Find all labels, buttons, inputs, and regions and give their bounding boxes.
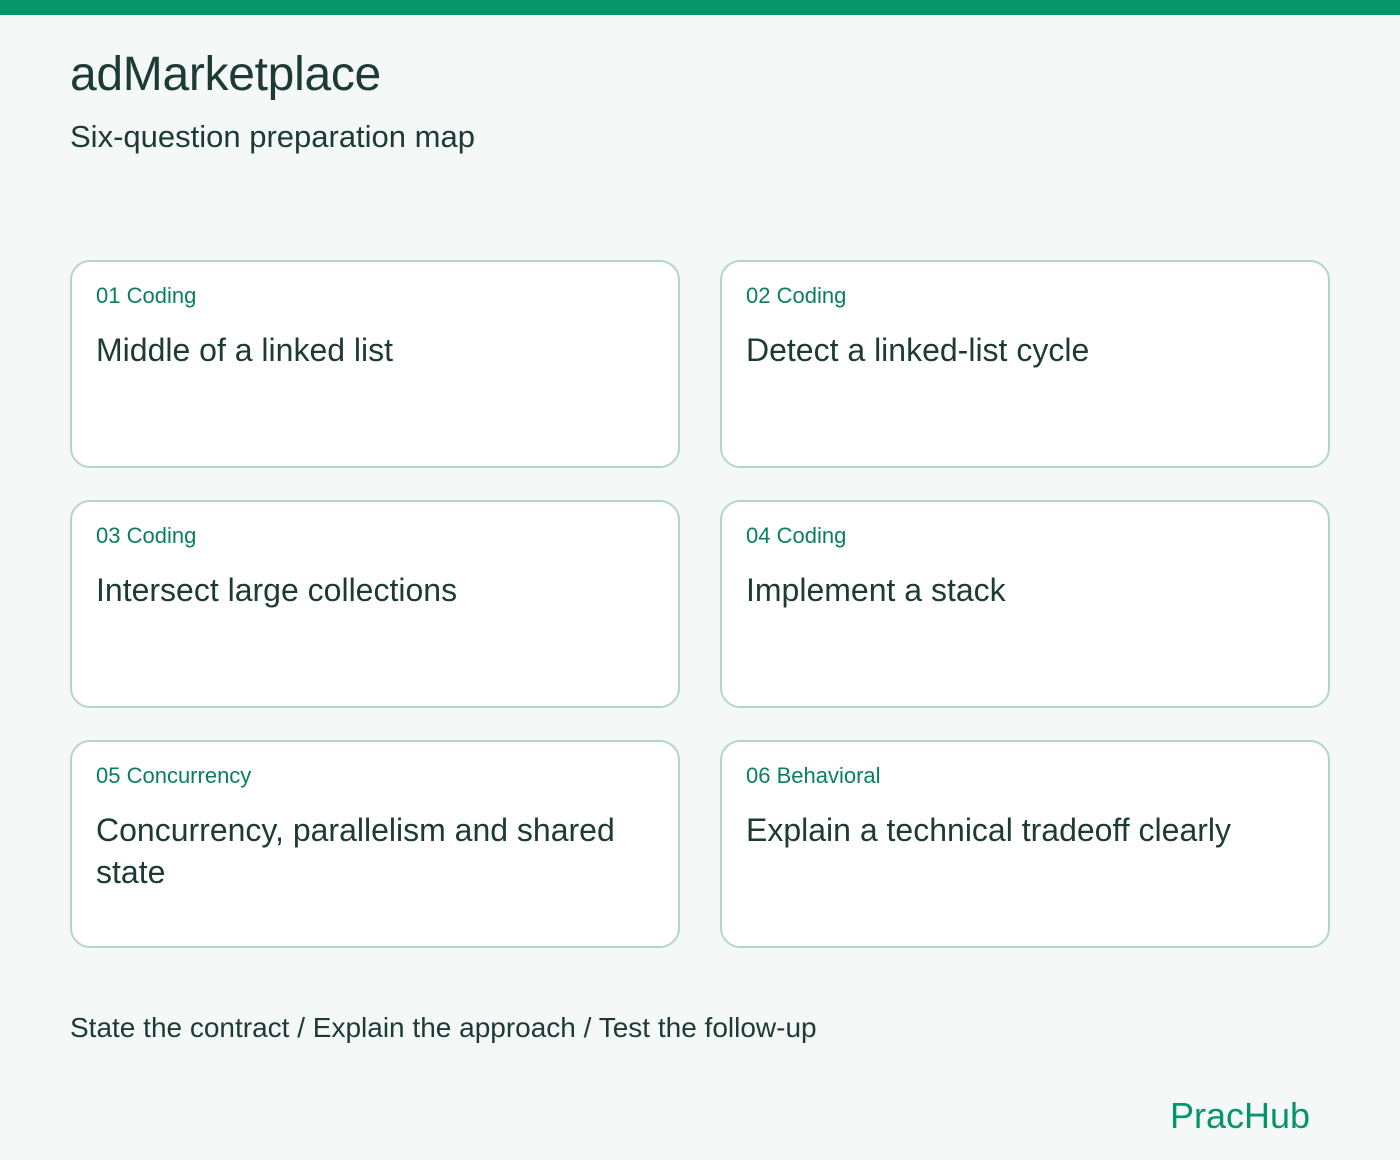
question-grid: 01 Coding Middle of a linked list 02 Cod… — [70, 260, 1330, 948]
question-title: Implement a stack — [746, 572, 1006, 608]
question-category-label: 01 Coding — [96, 283, 197, 308]
question-category-label: 05 Concurrency — [96, 763, 252, 788]
question-card-04[interactable]: 04 Coding Implement a stack — [720, 500, 1330, 708]
question-card-06[interactable]: 06 Behavioral Explain a technical tradeo… — [720, 740, 1330, 948]
question-title: Intersect large collections — [96, 572, 458, 608]
question-card-03[interactable]: 03 Coding Intersect large collections — [70, 500, 680, 708]
question-category-label: 02 Coding — [746, 283, 847, 308]
question-title: Concurrency, parallelism and shared stat… — [96, 812, 615, 890]
question-card-05[interactable]: 05 Concurrency Concurrency, parallelism … — [70, 740, 680, 948]
top-accent-bar — [0, 0, 1400, 15]
question-card-01[interactable]: 01 Coding Middle of a linked list — [70, 260, 680, 468]
page-subtitle: Six-question preparation map — [70, 119, 475, 154]
preparation-steps: State the contract / Explain the approac… — [70, 1012, 817, 1043]
question-title: Detect a linked-list cycle — [746, 332, 1090, 368]
page-title: adMarketplace — [70, 48, 381, 101]
question-category-label: 03 Coding — [96, 523, 197, 548]
question-category-label: 06 Behavioral — [746, 763, 881, 788]
brand-logo-text: PracHub — [1170, 1095, 1311, 1136]
question-category-label: 04 Coding — [746, 523, 847, 548]
question-title: Explain a technical tradeoff clearly — [746, 812, 1232, 848]
question-card-02[interactable]: 02 Coding Detect a linked-list cycle — [720, 260, 1330, 468]
question-title: Middle of a linked list — [96, 332, 394, 368]
